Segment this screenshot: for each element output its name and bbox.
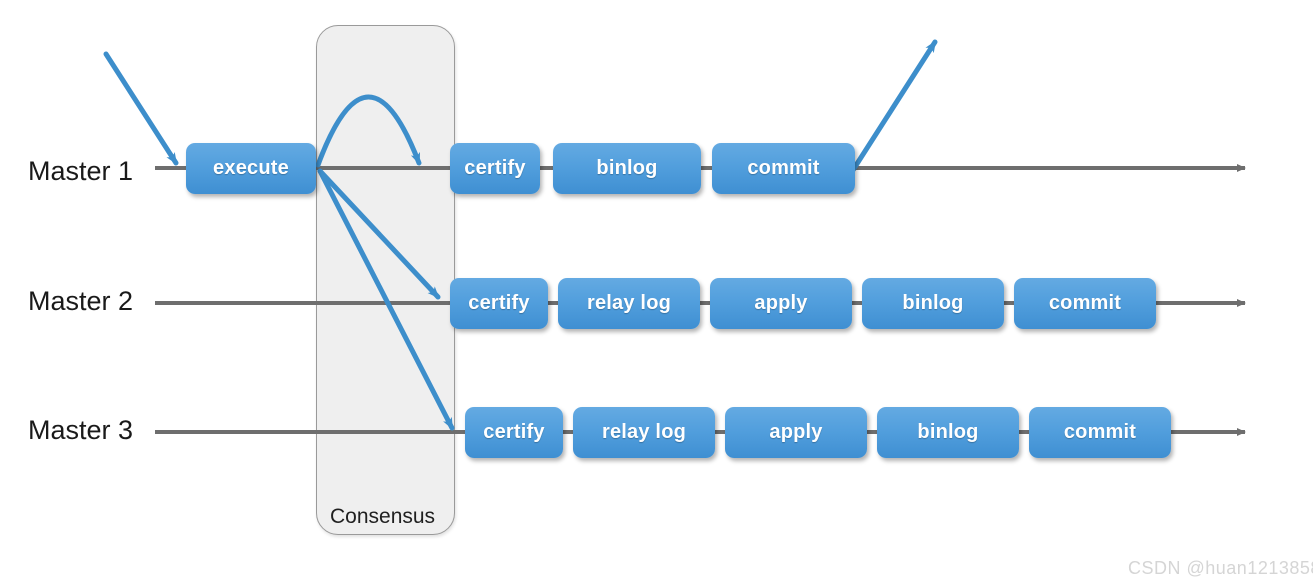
stage-master-3-apply[interactable]: apply bbox=[725, 407, 867, 458]
stage-master-3-relay-log[interactable]: relay log bbox=[573, 407, 715, 458]
client-response-arrow bbox=[850, 39, 938, 173]
row-label-master-3: Master 3 bbox=[28, 415, 134, 445]
stage-label: commit bbox=[1063, 421, 1137, 443]
flow-arrow-group bbox=[103, 39, 938, 431]
stage-master-3-commit[interactable]: commit bbox=[1029, 407, 1171, 458]
stage-master-1-binlog[interactable]: binlog bbox=[553, 143, 701, 194]
stage-master-1-commit[interactable]: commit bbox=[712, 143, 855, 194]
stage-master-1-execute[interactable]: execute bbox=[186, 143, 316, 194]
consensus-roundtrip-arrow bbox=[315, 94, 422, 168]
diagram-canvas: Consensus Master 1 Master 2 Master 3 execu… bbox=[0, 0, 1313, 585]
stage-label: binlog bbox=[902, 292, 964, 314]
stage-label: commit bbox=[747, 157, 820, 179]
stage-label: certify bbox=[468, 292, 530, 314]
stage-master-3-binlog[interactable]: binlog bbox=[877, 407, 1019, 458]
stage-label: relay log bbox=[601, 421, 687, 443]
stage-label: certify bbox=[464, 157, 526, 179]
replicate-to-master3-arrow bbox=[317, 168, 455, 431]
stage-label: binlog bbox=[596, 157, 658, 179]
replicate-to-master2-arrow bbox=[317, 168, 441, 300]
stage-label: apply bbox=[754, 292, 808, 314]
stage-label: binlog bbox=[917, 421, 979, 443]
stage-master-2-commit[interactable]: commit bbox=[1014, 278, 1156, 329]
stage-master-2-binlog[interactable]: binlog bbox=[862, 278, 1004, 329]
stage-label: apply bbox=[769, 421, 823, 443]
row-label-master-2: Master 2 bbox=[28, 286, 134, 316]
stage-master-2-certify[interactable]: certify bbox=[450, 278, 548, 329]
stage-label: certify bbox=[483, 421, 545, 443]
stage-master-2-apply[interactable]: apply bbox=[710, 278, 852, 329]
stage-label: execute bbox=[213, 157, 289, 179]
stage-label: relay log bbox=[586, 292, 672, 314]
incoming-transaction-arrow bbox=[103, 51, 179, 166]
stage-label: commit bbox=[1048, 292, 1122, 314]
watermark: CSDN @huan1213858 bbox=[1128, 558, 1313, 578]
stage-master-1-certify[interactable]: certify bbox=[450, 143, 540, 194]
row-label-master-1: Master 1 bbox=[28, 156, 134, 186]
stage-master-2-relay-log[interactable]: relay log bbox=[558, 278, 700, 329]
stage-master-3-certify[interactable]: certify bbox=[465, 407, 563, 458]
